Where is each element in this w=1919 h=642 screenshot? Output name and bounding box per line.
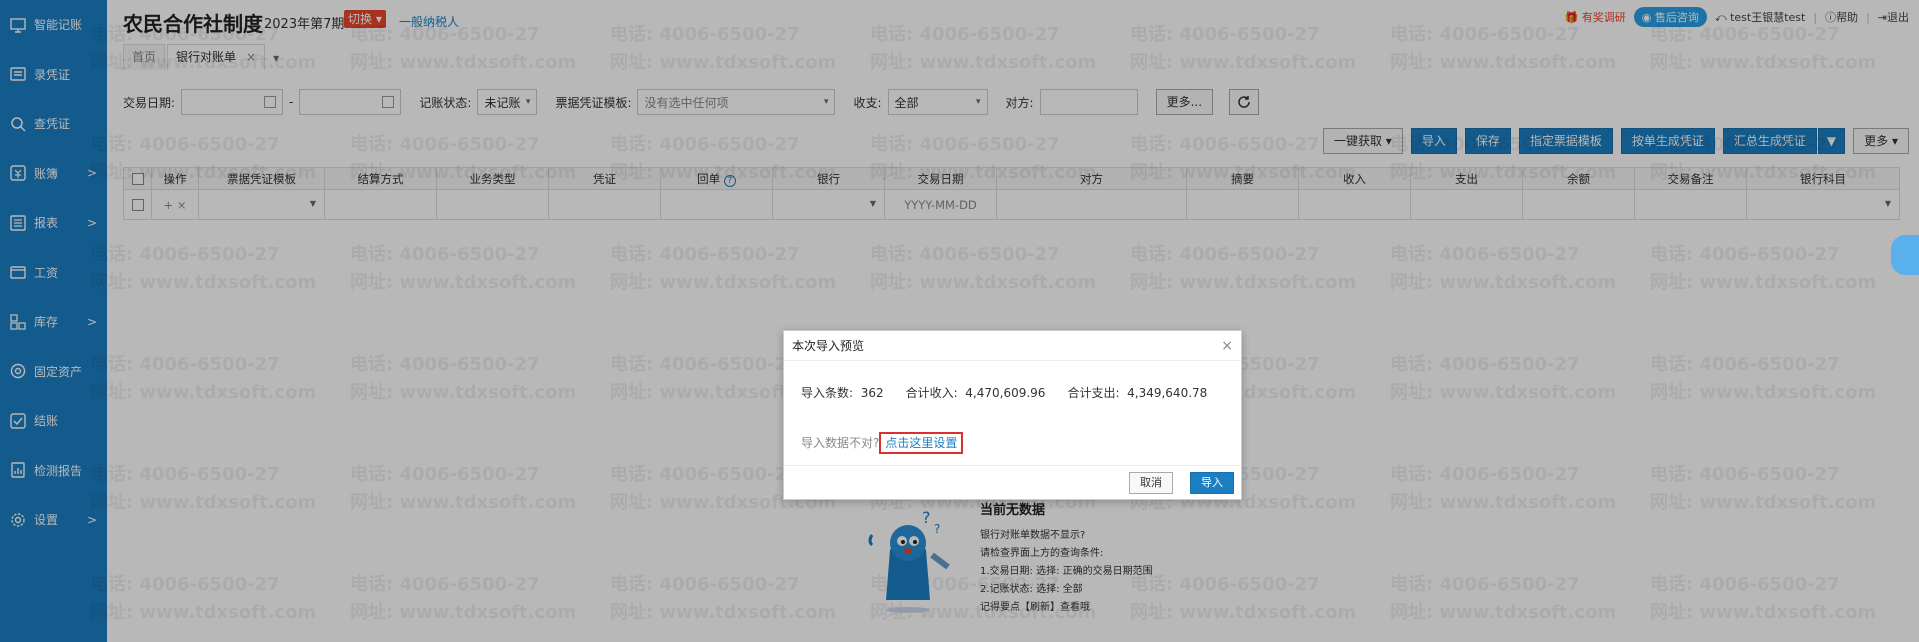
dialog-header: 本次导入预览 × <box>784 331 1241 361</box>
modal-overlay[interactable] <box>0 0 1919 642</box>
hint-text: 导入数据不对? <box>801 436 880 450</box>
total-expense: 合计支出: 4,349,640.78 <box>1067 384 1207 401</box>
expense-total-value: 4,349,640.78 <box>1127 386 1208 400</box>
dialog-title: 本次导入预览 <box>792 339 865 353</box>
settings-link[interactable]: 点击这里设置 <box>879 432 964 454</box>
import-hint: 导入数据不对? 点击这里设置 <box>801 432 964 454</box>
count-value: 362 <box>860 386 884 400</box>
expense-total-label: 合计支出: <box>1067 386 1120 400</box>
income-total-value: 4,470,609.96 <box>965 386 1046 400</box>
count-label: 导入条数: <box>801 386 854 400</box>
income-total-label: 合计收入: <box>905 386 958 400</box>
total-income: 合计收入: 4,470,609.96 <box>906 384 1046 401</box>
helper-avatar-icon[interactable] <box>1891 235 1919 275</box>
import-count: 导入条数: 362 <box>801 384 884 401</box>
confirm-import-button[interactable]: 导入 <box>1190 472 1234 494</box>
cancel-button[interactable]: 取消 <box>1129 472 1173 494</box>
import-preview-dialog: 本次导入预览 × 导入条数: 362 合计收入: 4,470,609.96 合计… <box>783 330 1242 500</box>
import-summary: 导入条数: 362 合计收入: 4,470,609.96 合计支出: 4,349… <box>801 384 1207 401</box>
dialog-footer: 取消 导入 <box>784 465 1241 499</box>
close-icon[interactable]: × <box>1221 331 1233 361</box>
